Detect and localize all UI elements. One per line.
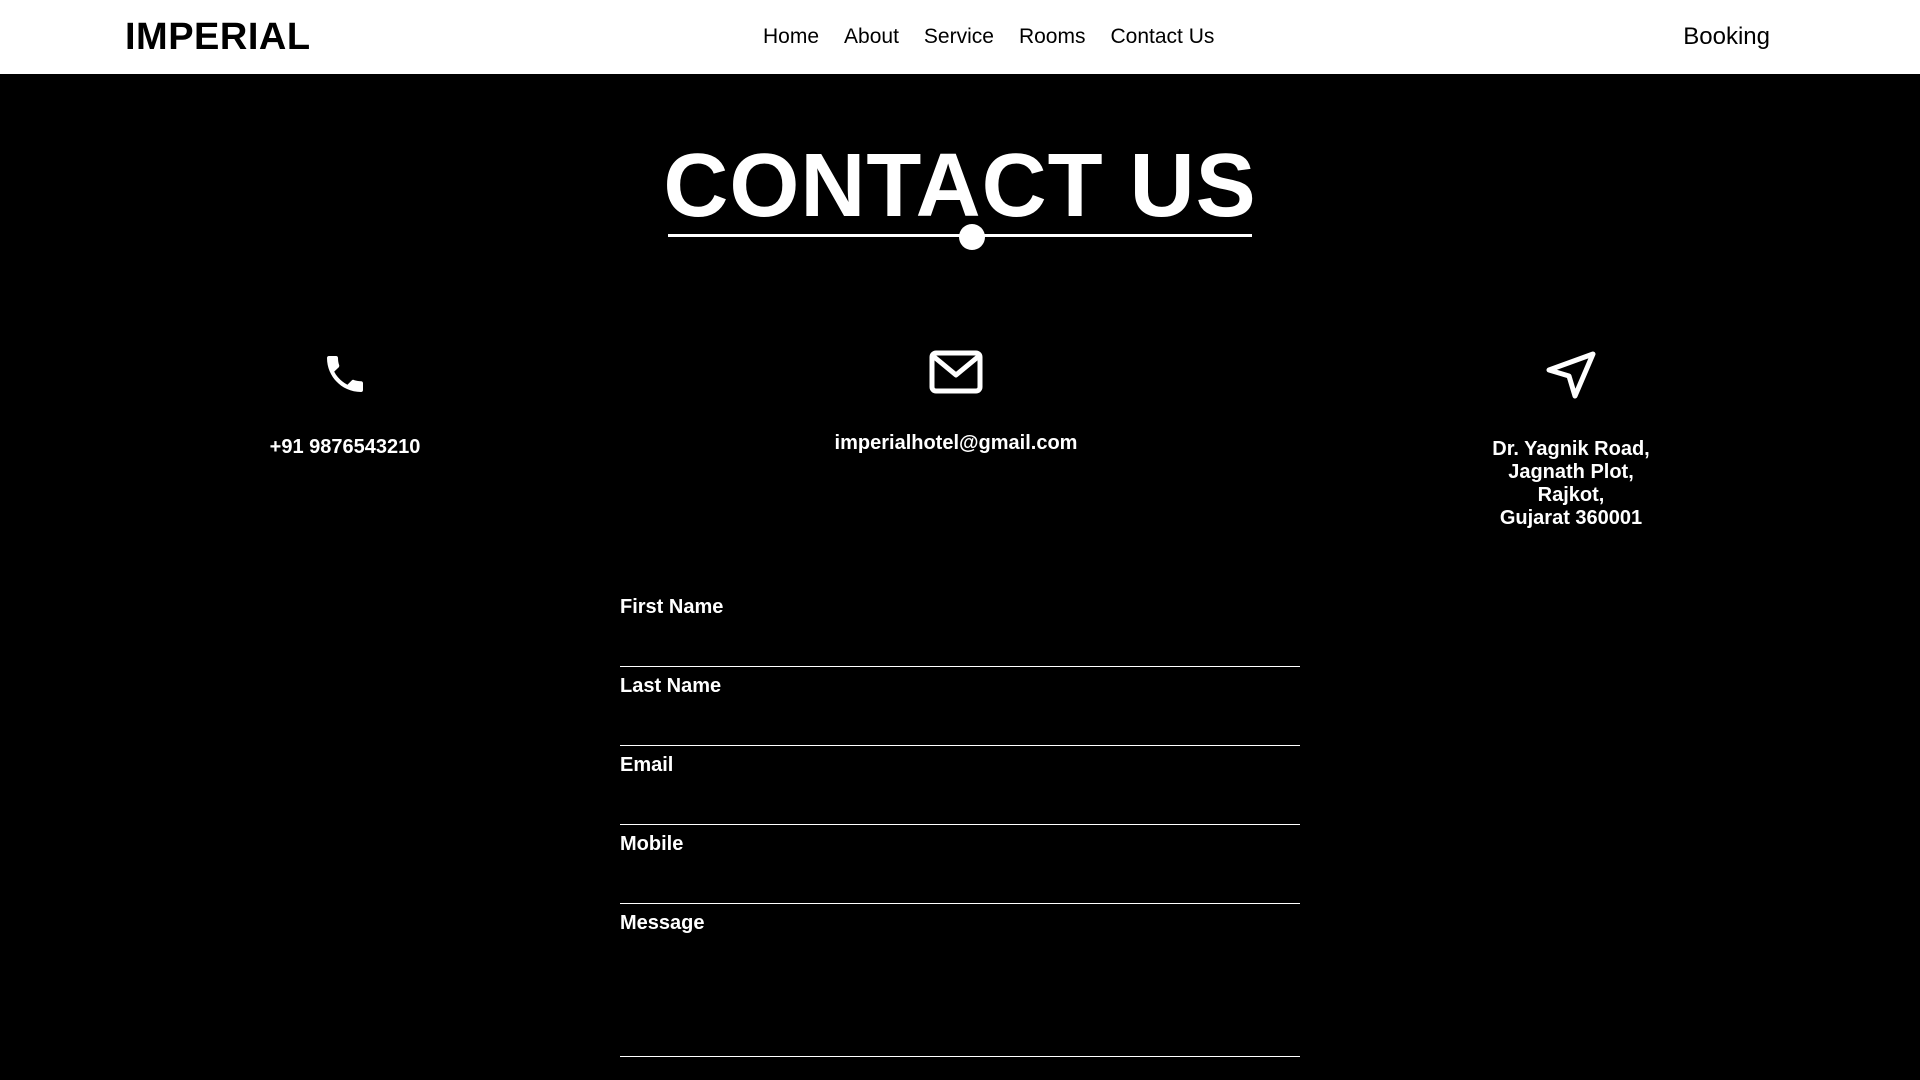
email-label: Email xyxy=(620,754,674,776)
first-name-label: First Name xyxy=(620,596,724,618)
contact-phone: +91 9876543210 xyxy=(135,350,555,459)
contact-address: Dr. Yagnik Road, Jagnath Plot, Rajkot, G… xyxy=(1361,350,1781,530)
last-name-field: Last Name xyxy=(620,669,1304,746)
mobile-input[interactable] xyxy=(620,861,1304,899)
logo[interactable]: IMPERIAL xyxy=(125,13,311,61)
address-line-1: Dr. Yagnik Road, xyxy=(1492,438,1650,460)
location-arrow-icon xyxy=(1546,351,1596,399)
booking-button[interactable]: Booking xyxy=(1683,21,1770,53)
email-input[interactable] xyxy=(620,782,1304,820)
phone-number[interactable]: +91 9876543210 xyxy=(135,436,555,459)
nav-links: Home About Service Rooms Contact Us xyxy=(763,22,1214,52)
title-underline-dot xyxy=(959,224,985,250)
phone-icon xyxy=(327,356,363,392)
nav-about[interactable]: About xyxy=(844,22,899,52)
first-name-field: First Name xyxy=(620,590,1304,667)
address-text: Dr. Yagnik Road, Jagnath Plot, Rajkot, G… xyxy=(1361,438,1781,530)
top-navbar: IMPERIAL Home About Service Rooms Contac… xyxy=(0,0,1920,74)
last-name-input[interactable] xyxy=(620,703,1304,741)
mail-icon xyxy=(929,350,983,394)
email-field: Email xyxy=(620,748,1304,825)
first-name-input[interactable] xyxy=(620,624,1304,662)
mobile-field: Mobile xyxy=(620,827,1304,904)
message-field: Message xyxy=(620,906,1304,1057)
address-line-2: Jagnath Plot, xyxy=(1508,461,1634,483)
mobile-label: Mobile xyxy=(620,833,684,855)
address-line-3: Rajkot, xyxy=(1537,484,1605,506)
contact-email: imperialhotel@gmail.com xyxy=(746,350,1166,455)
nav-rooms[interactable]: Rooms xyxy=(1019,22,1086,52)
message-label: Message xyxy=(620,912,705,934)
page-title: CONTACT US xyxy=(663,136,1257,236)
nav-contact-us[interactable]: Contact Us xyxy=(1110,22,1214,52)
last-name-label: Last Name xyxy=(620,675,722,697)
email-address[interactable]: imperialhotel@gmail.com xyxy=(746,432,1166,455)
message-input[interactable] xyxy=(620,942,1304,1054)
address-line-4: Gujarat 360001 xyxy=(1499,507,1643,529)
nav-service[interactable]: Service xyxy=(924,22,994,52)
nav-home[interactable]: Home xyxy=(763,22,819,52)
contact-form: First Name Last Name Email Mobile Messag… xyxy=(620,590,1304,1059)
